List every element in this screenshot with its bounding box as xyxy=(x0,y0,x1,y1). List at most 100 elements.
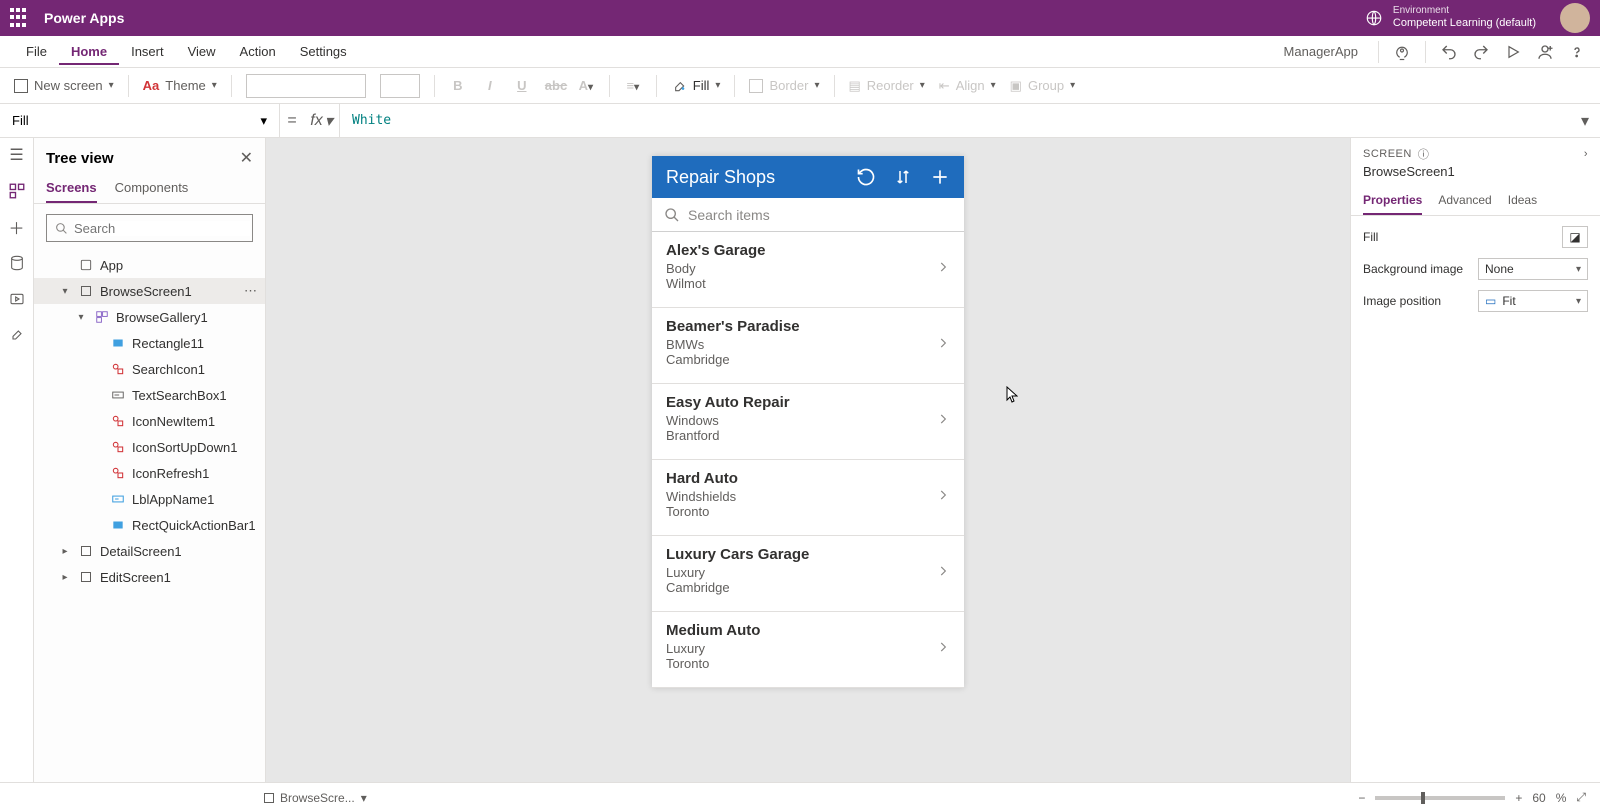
underline-button[interactable]: U xyxy=(513,78,531,93)
app-title: Repair Shops xyxy=(666,167,775,188)
fill-color-picker[interactable]: ◪ xyxy=(1562,226,1588,248)
more-icon[interactable]: ⋯ xyxy=(244,283,257,299)
hamburger-icon[interactable]: ☰ xyxy=(8,146,26,164)
item-title: Hard Auto xyxy=(666,470,738,487)
expand-icon[interactable]: ▸ xyxy=(58,572,72,583)
tree-node[interactable]: IconRefresh1 xyxy=(34,460,265,486)
tree-node[interactable]: LblAppName1 xyxy=(34,486,265,512)
list-item[interactable]: Easy Auto Repair Windows Brantford xyxy=(652,384,964,460)
bgimg-select[interactable]: None ▾ xyxy=(1478,258,1588,280)
chevron-down-icon: ▾ xyxy=(1576,296,1581,307)
strike-button[interactable]: abc xyxy=(545,78,563,93)
tree-node[interactable]: IconSortUpDown1 xyxy=(34,434,265,460)
sort-icon[interactable] xyxy=(894,167,912,187)
environment-label-block[interactable]: Environment Competent Learning (default) xyxy=(1393,5,1536,30)
search-row[interactable]: Search items xyxy=(652,198,964,232)
redo-icon[interactable] xyxy=(1472,43,1490,61)
tree-search-input[interactable] xyxy=(74,221,250,236)
list-item[interactable]: Luxury Cars Garage Luxury Cambridge xyxy=(652,536,964,612)
border-button[interactable]: Border ▾ xyxy=(749,78,819,93)
zoom-slider[interactable] xyxy=(1375,796,1505,800)
fill-button[interactable]: Fill ▾ xyxy=(671,78,721,94)
play-icon[interactable] xyxy=(1504,43,1522,61)
font-color-button[interactable]: A▾ xyxy=(577,78,595,93)
menu-home[interactable]: Home xyxy=(59,38,119,65)
tree-node[interactable]: Rectangle11 xyxy=(34,330,265,356)
media-icon[interactable] xyxy=(8,290,26,308)
formula-input[interactable]: White xyxy=(340,113,1570,128)
tree-node[interactable]: ▾BrowseScreen1⋯ xyxy=(34,278,265,304)
selection-breadcrumb[interactable]: BrowseScre... ▾ xyxy=(264,791,367,805)
zoom-out-button[interactable]: − xyxy=(1358,791,1365,805)
expand-formula-icon[interactable]: ▾ xyxy=(1570,111,1600,131)
doc-name[interactable]: ManagerApp xyxy=(1284,44,1358,59)
text-icon xyxy=(110,387,126,403)
list-item[interactable]: Beamer's Paradise BMWs Cambridge xyxy=(652,308,964,384)
props-tab-advanced[interactable]: Advanced xyxy=(1438,187,1491,215)
tree-tab-components[interactable]: Components xyxy=(115,174,189,203)
expand-icon[interactable]: ▸ xyxy=(58,546,72,557)
close-icon[interactable]: ✕ xyxy=(240,148,253,168)
canvas[interactable]: Repair Shops Search items Alex's Garage … xyxy=(266,138,1350,782)
item-sub1: Luxury xyxy=(666,641,760,656)
chevron-right-icon xyxy=(936,336,950,350)
chevron-right-icon[interactable]: › xyxy=(1584,148,1588,160)
collapse-icon[interactable]: ▾ xyxy=(74,312,88,323)
tree-node[interactable]: ▸DetailScreen1 xyxy=(34,538,265,564)
undo-icon[interactable] xyxy=(1440,43,1458,61)
tree-search[interactable] xyxy=(46,214,253,242)
tree-tab-screens[interactable]: Screens xyxy=(46,174,97,203)
collapse-icon[interactable]: ▾ xyxy=(58,286,72,297)
tree-node[interactable]: SearchIcon1 xyxy=(34,356,265,382)
reorder-button[interactable]: ▤ Reorder ▾ xyxy=(849,78,925,94)
insert-icon[interactable]: ＋ xyxy=(8,218,26,236)
list-item[interactable]: Hard Auto Windshields Toronto xyxy=(652,460,964,536)
tree-node[interactable]: App xyxy=(34,252,265,278)
tree-node[interactable]: IconNewItem1 xyxy=(34,408,265,434)
tree-view-panel: Tree view ✕ ScreensComponents App▾Browse… xyxy=(34,138,266,782)
align-button[interactable]: ⇤ Align ▾ xyxy=(939,78,996,94)
add-icon[interactable] xyxy=(930,167,950,187)
bold-button[interactable]: B xyxy=(449,78,467,93)
group-button[interactable]: ▣ Group ▾ xyxy=(1010,78,1075,94)
tree-node-label: BrowseGallery1 xyxy=(116,310,208,325)
refresh-icon[interactable] xyxy=(856,167,876,187)
menu-settings[interactable]: Settings xyxy=(288,38,359,65)
font-size-select[interactable] xyxy=(380,74,420,98)
list-item[interactable]: Medium Auto Luxury Toronto xyxy=(652,612,964,688)
info-icon[interactable]: ⓘ xyxy=(1418,146,1430,162)
props-tab-ideas[interactable]: Ideas xyxy=(1508,187,1537,215)
tools-icon[interactable] xyxy=(8,326,26,344)
reorder-label: Reorder xyxy=(867,78,914,93)
data-icon[interactable] xyxy=(8,254,26,272)
fx-button[interactable]: fx▾ xyxy=(304,104,340,137)
tree-node[interactable]: RectQuickActionBar1 xyxy=(34,512,265,538)
theme-button[interactable]: A⁠a Theme ▾ xyxy=(143,78,217,93)
share-icon[interactable] xyxy=(1536,43,1554,61)
font-select[interactable] xyxy=(246,74,366,98)
italic-button[interactable]: I xyxy=(481,78,499,93)
app-checker-icon[interactable] xyxy=(1393,43,1411,61)
menu-file[interactable]: File xyxy=(14,38,59,65)
tree-view-icon[interactable] xyxy=(8,182,26,200)
item-title: Medium Auto xyxy=(666,622,760,639)
menu-view[interactable]: View xyxy=(176,38,228,65)
props-tab-properties[interactable]: Properties xyxy=(1363,187,1422,215)
tree-node[interactable]: ▾ BrowseGallery1 xyxy=(34,304,265,330)
menu-action[interactable]: Action xyxy=(228,38,288,65)
app-launcher-icon[interactable] xyxy=(10,8,30,28)
menu-insert[interactable]: Insert xyxy=(119,38,176,65)
zoom-in-button[interactable]: + xyxy=(1515,791,1522,805)
text-align-button[interactable]: ≡▾ xyxy=(624,78,642,93)
property-selector[interactable]: Fill ▾ xyxy=(0,104,280,137)
help-icon[interactable] xyxy=(1568,43,1586,61)
list-item[interactable]: Alex's Garage Body Wilmot xyxy=(652,232,964,308)
new-screen-button[interactable]: New screen ▾ xyxy=(14,78,114,93)
item-sub1: BMWs xyxy=(666,337,800,352)
imgpos-select[interactable]: ▭ Fit ▾ xyxy=(1478,290,1588,312)
tree-node[interactable]: ▸EditScreen1 xyxy=(34,564,265,590)
fit-to-window-icon[interactable]: ⤢ xyxy=(1576,790,1586,805)
avatar[interactable] xyxy=(1560,3,1590,33)
screen-icon xyxy=(14,79,28,93)
tree-node[interactable]: TextSearchBox1 xyxy=(34,382,265,408)
